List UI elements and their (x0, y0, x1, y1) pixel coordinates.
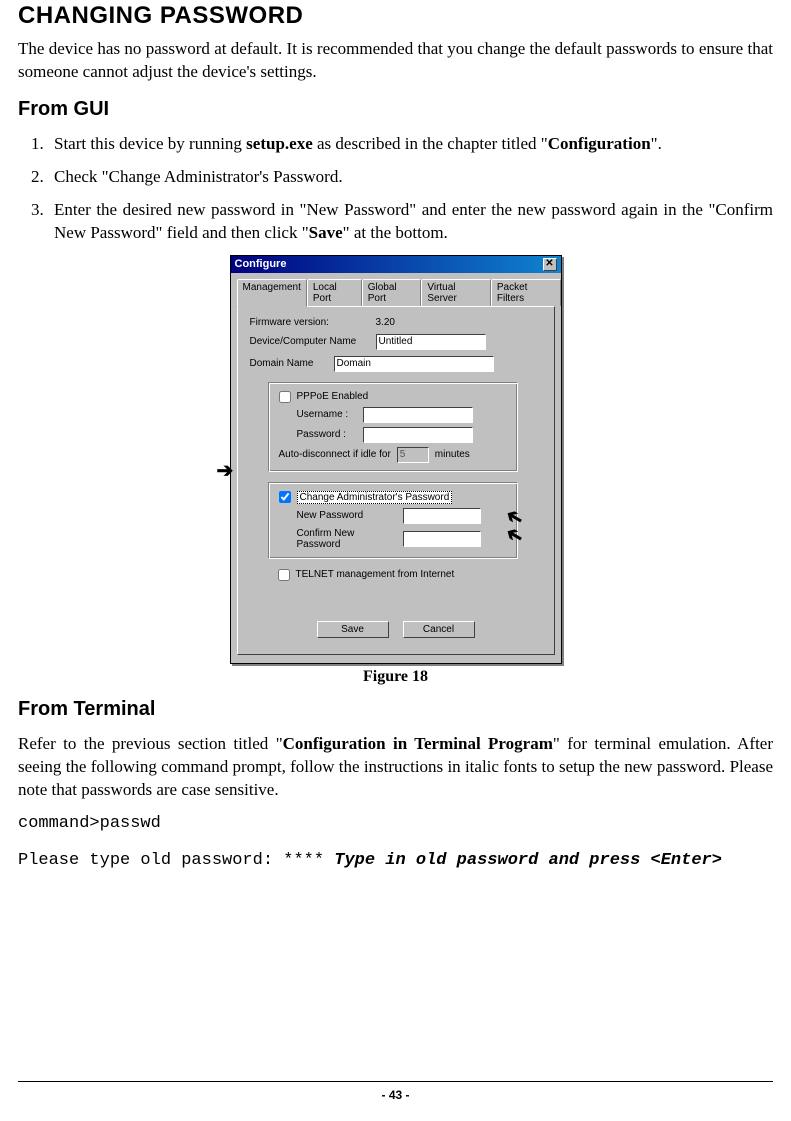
pppoe-username-input[interactable] (363, 407, 473, 423)
changepw-label: Change Administrator's Password (297, 491, 453, 504)
newpw-input[interactable] (403, 508, 481, 524)
heading-from-gui: From GUI (18, 98, 773, 121)
devname-input[interactable] (376, 334, 486, 350)
tab-packet-filters[interactable]: Packet Filters (491, 279, 561, 306)
pppoe-password-input[interactable] (363, 427, 473, 443)
page-number: - 43 - (18, 1088, 773, 1102)
changepw-groupbox: ➔ ➔ Change Administrator's Password New … (268, 482, 518, 559)
autodisc-input[interactable] (397, 447, 429, 463)
pppoe-username-label: Username : (297, 409, 357, 420)
confirmpw-input[interactable] (403, 531, 481, 547)
management-panel: Firmware version: 3.20 Device/Computer N… (237, 306, 555, 655)
intro-paragraph: The device has no password at default. I… (18, 38, 773, 84)
dialog-title: Configure (235, 258, 287, 270)
newpw-label: New Password (297, 510, 397, 521)
dialog-titlebar: Configure ✕ (231, 256, 561, 273)
close-icon[interactable]: ✕ (543, 258, 557, 271)
tab-global-port[interactable]: Global Port (362, 279, 422, 306)
pppoe-checkbox[interactable] (279, 391, 291, 403)
tab-management[interactable]: Management (237, 279, 307, 307)
tab-local-port[interactable]: Local Port (307, 279, 362, 306)
telnet-label: TELNET management from Internet (296, 569, 455, 580)
pppoe-groupbox: PPPoE Enabled Username : Password : Auto… (268, 382, 518, 472)
domain-label: Domain Name (250, 358, 326, 369)
autodisc-post: minutes (435, 449, 470, 460)
cancel-button[interactable]: Cancel (403, 621, 475, 638)
command-passwd: command>passwd (18, 813, 773, 836)
footer-rule (18, 1081, 773, 1082)
changepw-checkbox[interactable] (279, 491, 291, 503)
confirmpw-label: Confirm New Password (297, 528, 397, 550)
terminal-paragraph: Refer to the previous section titled "Co… (18, 733, 773, 802)
command-old-password: Please type old password: **** Type in o… (18, 850, 773, 873)
pppoe-label: PPPoE Enabled (297, 391, 369, 402)
configure-dialog: ➔ Configure ✕ Management Local Port Glob… (230, 255, 562, 664)
gui-steps-list: Start this device by running setup.exe a… (18, 133, 773, 245)
telnet-checkbox[interactable] (278, 569, 290, 581)
firmware-label: Firmware version: (250, 317, 368, 328)
step-2: Check "Change Administrator's Password. (48, 166, 773, 189)
figure-caption: Figure 18 (18, 668, 773, 686)
step-1: Start this device by running setup.exe a… (48, 133, 773, 156)
heading-from-terminal: From Terminal (18, 698, 773, 721)
dialog-screenshot-wrap: ➔ Configure ✕ Management Local Port Glob… (18, 255, 773, 664)
pppoe-password-label: Password : (297, 429, 357, 440)
domain-input[interactable] (334, 356, 494, 372)
autodisc-pre: Auto-disconnect if idle for (279, 449, 391, 460)
tab-virtual-server[interactable]: Virtual Server (421, 279, 491, 306)
arrow-icon: ➔ (217, 458, 234, 483)
firmware-value: 3.20 (376, 317, 395, 328)
devname-label: Device/Computer Name (250, 336, 368, 347)
step-3: Enter the desired new password in "New P… (48, 199, 773, 245)
dialog-tabs: Management Local Port Global Port Virtua… (231, 279, 561, 306)
heading-changing-password: CHANGING PASSWORD (18, 2, 773, 30)
save-button[interactable]: Save (317, 621, 389, 638)
